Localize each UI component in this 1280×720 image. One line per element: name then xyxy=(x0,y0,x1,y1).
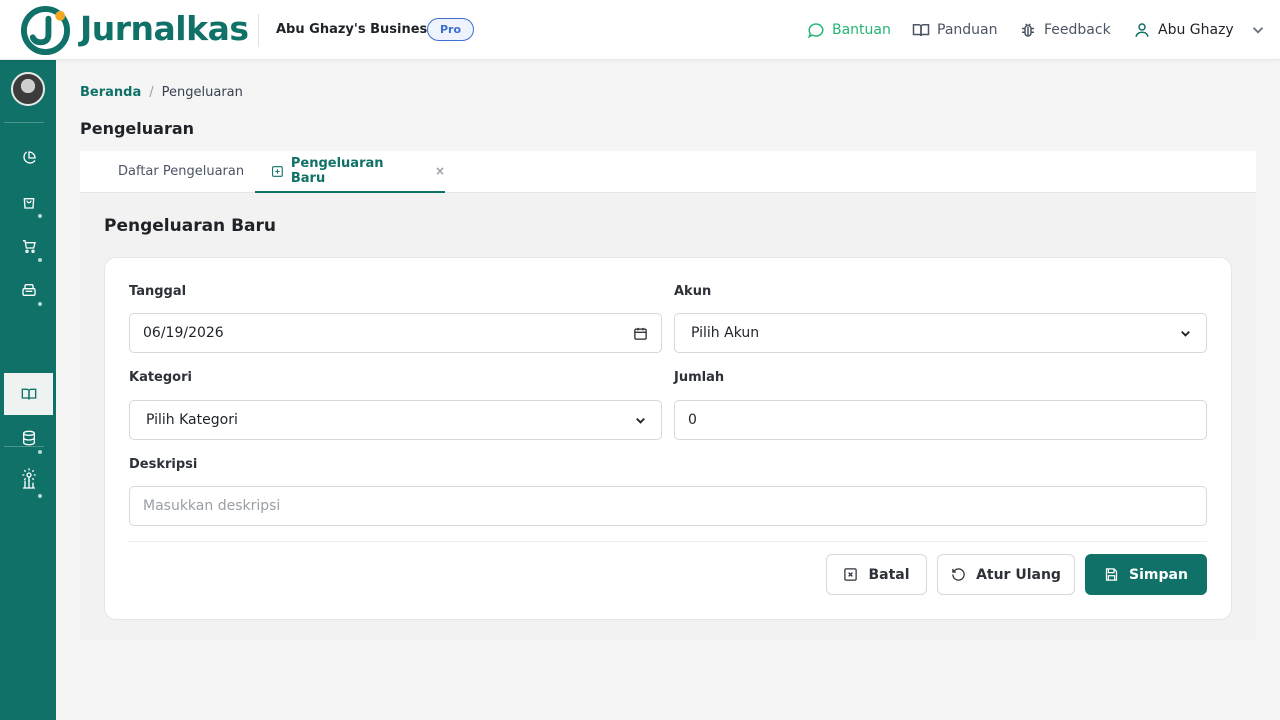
tab-expense-list[interactable]: Daftar Pengeluaran xyxy=(118,151,244,192)
page-title: Pengeluaran xyxy=(80,119,195,138)
save-icon xyxy=(1105,568,1118,581)
submenu-dot xyxy=(38,214,42,218)
sidebar-item-purchases[interactable] xyxy=(4,225,53,267)
submenu-dot xyxy=(38,302,42,306)
help-link[interactable]: Bantuan xyxy=(807,19,891,41)
avatar[interactable] xyxy=(11,72,45,106)
description-label: Deskripsi xyxy=(129,457,198,472)
sidebar-item-data[interactable] xyxy=(4,417,53,459)
user-icon xyxy=(1135,23,1149,37)
bug-icon xyxy=(1022,23,1034,37)
category-value: Pilih Kategori xyxy=(146,412,238,428)
breadcrumb-current: Pengeluaran xyxy=(161,85,243,100)
jurnalkas-logo-icon[interactable] xyxy=(20,5,71,56)
tab-label: Daftar Pengeluaran xyxy=(118,164,245,179)
plan-badge: Pro xyxy=(427,18,475,41)
header-divider xyxy=(258,14,259,47)
reset-label: Atur Ulang xyxy=(976,566,1061,583)
account-label: Akun xyxy=(674,284,712,299)
book-open-icon xyxy=(21,388,36,400)
category-label: Kategori xyxy=(129,370,192,385)
tab-label: Pengeluaran Baru xyxy=(290,156,384,186)
description-input[interactable]: Masukkan deskripsi xyxy=(129,486,1207,526)
sidebar-divider xyxy=(4,446,44,447)
cancel-button[interactable]: Batal xyxy=(826,554,927,595)
save-label: Simpan xyxy=(1129,566,1188,583)
cart-icon xyxy=(22,240,36,253)
business-name[interactable]: Abu Ghazy's Business xyxy=(276,21,435,39)
submenu-dot xyxy=(38,258,42,262)
category-select[interactable]: Pilih Kategori xyxy=(129,400,662,440)
amount-input[interactable]: 0 xyxy=(674,400,1207,440)
breadcrumb: Beranda / Pengeluaran xyxy=(80,84,243,102)
sidebar-item-sales[interactable] xyxy=(4,181,53,223)
tab-bar: Daftar Pengeluaran Pengeluaran Baru × xyxy=(80,151,1256,193)
plus-square-icon xyxy=(272,165,283,177)
form-divider xyxy=(128,541,1207,542)
sidebar xyxy=(0,60,56,720)
tab-new-expense[interactable]: Pengeluaran Baru × xyxy=(255,151,445,193)
account-value: Pilih Akun xyxy=(691,325,760,341)
calendar-icon[interactable] xyxy=(633,326,648,341)
reset-button[interactable]: Atur Ulang xyxy=(937,554,1075,595)
guide-label: Panduan xyxy=(937,22,998,38)
amount-value: 0 xyxy=(688,412,697,428)
save-button[interactable]: Simpan xyxy=(1085,554,1207,595)
close-square-icon xyxy=(844,568,858,581)
sidebar-item-settings[interactable] xyxy=(4,454,53,496)
user-menu[interactable]: Abu Ghazy xyxy=(1133,19,1267,41)
sidebar-divider xyxy=(4,122,44,123)
pie-chart-icon xyxy=(22,151,36,164)
form-title: Pengeluaran Baru xyxy=(104,216,276,236)
top-header: Jurnalkas Abu Ghazy's Business Pro Bantu… xyxy=(0,0,1280,60)
guide-link[interactable]: Panduan xyxy=(912,19,997,41)
user-name: Abu Ghazy xyxy=(1158,22,1234,38)
sidebar-item-cash[interactable] xyxy=(4,269,53,311)
close-tab-icon[interactable]: × xyxy=(435,164,445,178)
account-select[interactable]: Pilih Akun xyxy=(674,313,1207,353)
date-label: Tanggal xyxy=(129,284,187,299)
description-placeholder: Masukkan deskripsi xyxy=(143,498,281,514)
book-icon xyxy=(912,24,930,37)
date-value: 06/19/2026 xyxy=(143,325,224,341)
chevron-down-icon xyxy=(636,417,645,424)
cash-register-icon xyxy=(21,284,36,296)
date-input[interactable]: 06/19/2026 xyxy=(129,313,662,353)
chevron-down-icon xyxy=(1181,330,1190,337)
brand-name[interactable]: Jurnalkas xyxy=(80,7,249,51)
breadcrumb-home[interactable]: Beranda xyxy=(80,84,141,102)
rotate-ccw-icon xyxy=(952,568,965,581)
chat-bubble-icon xyxy=(807,23,824,39)
chevron-down-icon xyxy=(1252,27,1263,34)
gear-icon xyxy=(21,468,36,482)
feedback-label: Feedback xyxy=(1044,22,1111,38)
breadcrumb-separator: / xyxy=(149,85,154,100)
feedback-link[interactable]: Feedback xyxy=(1019,19,1111,41)
sidebar-item-journal[interactable] xyxy=(4,373,53,415)
sidebar-item-dashboard[interactable] xyxy=(4,137,53,179)
shopping-bag-icon xyxy=(23,198,34,209)
amount-label: Jumlah xyxy=(674,370,725,385)
help-label: Bantuan xyxy=(832,22,891,38)
database-icon xyxy=(22,430,35,446)
cancel-label: Batal xyxy=(868,566,910,583)
